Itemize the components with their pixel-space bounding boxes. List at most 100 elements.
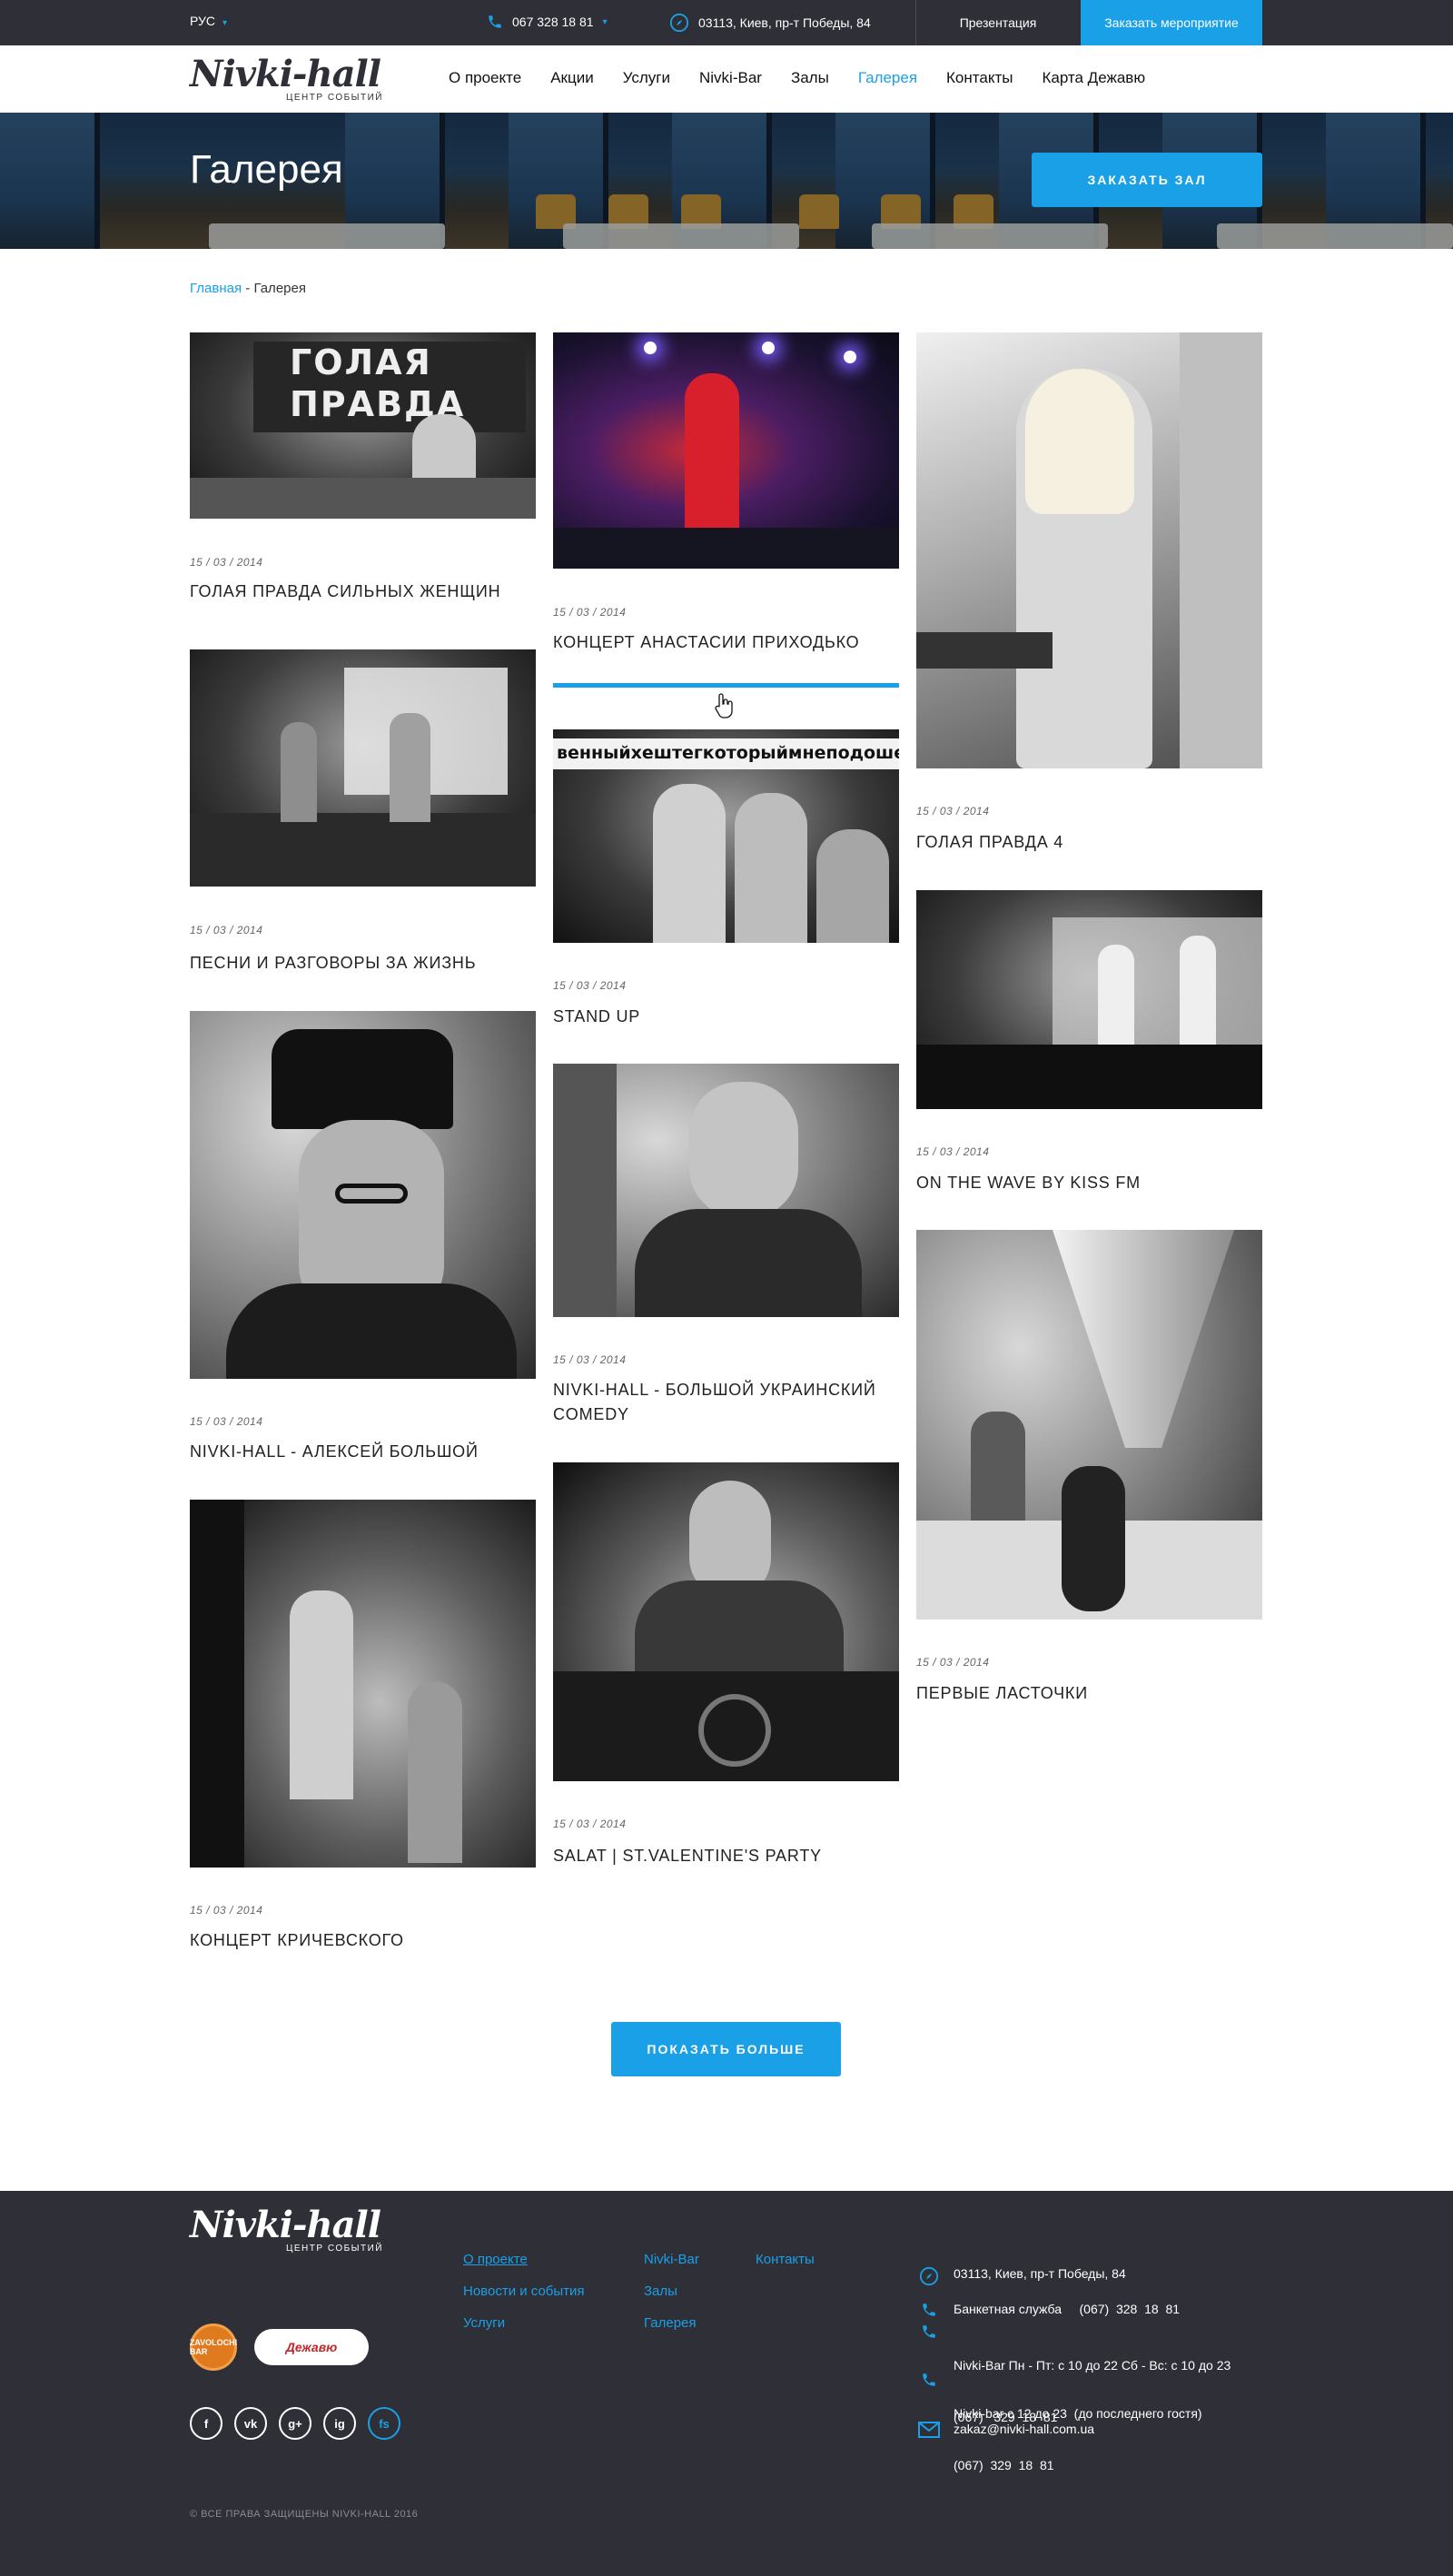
image-person xyxy=(408,1681,462,1863)
hover-underline xyxy=(553,683,899,688)
image-projection xyxy=(1053,917,1262,1045)
gallery-image-golaya-pravda-4[interactable] xyxy=(916,332,1262,768)
logo-tagline: ЦЕНТР СОБЫТИЙ xyxy=(285,93,383,103)
gallery-title[interactable]: ПЕРВЫЕ ЛАСТОЧКИ xyxy=(916,1681,1261,1706)
menu-item-nivki-bar[interactable]: Nivki-Bar xyxy=(699,69,762,87)
footer-bar2-hours: Nivki-bar с 12 до 23 (до последнего гост… xyxy=(917,2371,1202,2509)
menu-item-contacts[interactable]: Контакты xyxy=(946,69,1013,87)
presentation-link[interactable]: Презентация xyxy=(915,0,1081,45)
image-flowers xyxy=(1062,1466,1125,1611)
image-turntable xyxy=(698,1694,771,1767)
footer-address: 03113, Киев, пр-т Победы, 84 xyxy=(917,2265,1126,2286)
page-title: Галерея xyxy=(190,147,343,192)
gallery-date: 15 / 03 / 2014 xyxy=(190,924,263,936)
gallery-image-kiss-fm[interactable] xyxy=(916,890,1262,1109)
book-hall-button[interactable]: ЗАКАЗАТЬ ЗАЛ xyxy=(1032,153,1262,207)
gallery-title[interactable]: ГОЛАЯ ПРАВДА СИЛЬНЫХ ЖЕНЩИН xyxy=(190,580,535,604)
image-wall xyxy=(1180,332,1262,768)
menu-item-about[interactable]: О проекте xyxy=(449,69,521,87)
image-person xyxy=(653,784,726,943)
gallery-title[interactable]: КОНЦЕРТ КРИЧЕВСКОГО xyxy=(190,1928,535,1953)
menu-item-promotions[interactable]: Акции xyxy=(550,69,594,87)
logo[interactable]: Nivki-hall ЦЕНТР СОБЫТИЙ xyxy=(190,54,385,105)
gallery-date: 15 / 03 / 2014 xyxy=(553,606,627,619)
gallery-title[interactable]: ПЕСНИ И РАЗГОВОРЫ ЗА ЖИЗНЬ xyxy=(190,951,535,976)
image-face xyxy=(689,1082,798,1218)
image-banner-text: венныйхештегкоторыймнеподоше xyxy=(557,743,899,763)
partner-logo-dejavu[interactable]: Дежавю xyxy=(254,2329,369,2365)
chevron-down-icon: ▾ xyxy=(602,16,608,27)
google-plus-icon[interactable]: g+ xyxy=(279,2407,311,2440)
footer-logo-wordmark: Nivki-hall xyxy=(190,2204,381,2246)
gallery-date: 15 / 03 / 2014 xyxy=(190,556,263,569)
hand-cursor-icon xyxy=(715,693,733,718)
gallery-title[interactable]: STAND UP xyxy=(553,1005,898,1029)
top-address-text: 03113, Киев, пр-т Победы, 84 xyxy=(698,15,871,30)
image-hair xyxy=(1025,369,1134,514)
footer: Nivki-hall ЦЕНТР СОБЫТИЙ ZAVOLOCHI BAR Д… xyxy=(0,2191,1453,2576)
menu-item-services[interactable]: Услуги xyxy=(623,69,670,87)
order-event-button[interactable]: Заказать мероприятие xyxy=(1081,0,1262,45)
image-crowd xyxy=(916,1045,1262,1109)
gallery-title[interactable]: КОНЦЕРТ АНАСТАСИИ ПРИХОДЬКО xyxy=(553,630,898,655)
gallery-image-salat[interactable] xyxy=(553,1462,899,1781)
gallery-image-comedy[interactable] xyxy=(553,1064,899,1317)
image-shadow xyxy=(190,1500,244,1868)
footer-link-nivki-bar[interactable]: Nivki-Bar xyxy=(644,2244,699,2275)
image-person xyxy=(816,829,889,943)
gallery-date: 15 / 03 / 2014 xyxy=(553,1353,627,1366)
instagram-icon[interactable]: ig xyxy=(323,2407,356,2440)
image-light xyxy=(762,342,775,354)
gallery-image-standup[interactable]: венныйхештегкоторыймнеподоше xyxy=(553,729,899,943)
footer-link-about[interactable]: О проекте xyxy=(463,2244,585,2275)
top-phone[interactable]: 067 328 18 81 ▾ xyxy=(487,14,608,30)
footer-link-halls[interactable]: Залы xyxy=(644,2275,699,2307)
footer-link-gallery[interactable]: Галерея xyxy=(644,2307,699,2339)
footer-bar2-phone: (067) 329 18 81 xyxy=(954,2458,1054,2472)
gallery-image-first-swallows[interactable] xyxy=(916,1230,1262,1620)
footer-logo[interactable]: Nivki-hall ЦЕНТР СОБЫТИЙ xyxy=(190,2205,385,2256)
gallery-title[interactable]: NIVKI-HALL - БОЛЬШОЙ УКРАИНСКИЙ COMEDY xyxy=(553,1378,898,1427)
facebook-icon[interactable]: f xyxy=(190,2407,222,2440)
gallery-title[interactable]: ГОЛАЯ ПРАВДА 4 xyxy=(916,830,1261,855)
mail-icon xyxy=(918,2422,940,2438)
footer-email[interactable]: zakaz@nivki-hall.com.ua xyxy=(917,2421,1094,2438)
image-hat xyxy=(272,1029,453,1129)
social-links: f vk g+ ig fs xyxy=(190,2407,400,2440)
breadcrumb-home[interactable]: Главная xyxy=(190,281,242,296)
compass-icon xyxy=(919,2266,939,2286)
gallery-image-songs[interactable] xyxy=(190,649,536,887)
image-table xyxy=(916,632,1053,669)
gallery-image-prikhodko[interactable] xyxy=(553,332,899,569)
phone-icon xyxy=(923,2304,935,2316)
show-more-button[interactable]: ПОКАЗАТЬ БОЛЬШЕ xyxy=(611,2022,841,2076)
image-jacket xyxy=(635,1209,862,1317)
image-person xyxy=(553,1064,617,1317)
partner-logo-zavolochi[interactable]: ZAVOLOCHI BAR xyxy=(190,2323,237,2371)
phone-icon xyxy=(923,2373,935,2386)
image-dancer xyxy=(1098,945,1134,1045)
image-glasses xyxy=(335,1184,408,1204)
footer-link-services[interactable]: Услуги xyxy=(463,2307,585,2339)
language-selector[interactable]: РУС ▾ xyxy=(190,14,227,28)
top-phone-number: 067 328 18 81 xyxy=(512,15,594,29)
footer-link-news[interactable]: Новости и события xyxy=(463,2275,585,2307)
gallery-date: 15 / 03 / 2014 xyxy=(916,805,990,817)
footer-banquet: Банкетная служба (067) 328 18 81 xyxy=(917,2301,1180,2318)
footer-banquet-text: Банкетная служба (067) 328 18 81 xyxy=(954,2302,1181,2316)
menu-item-halls[interactable]: Залы xyxy=(791,69,829,87)
gallery-image-krichevsky[interactable] xyxy=(190,1500,536,1868)
vk-icon[interactable]: vk xyxy=(234,2407,267,2440)
image-light xyxy=(844,351,856,363)
gallery-title[interactable]: ON THE WAVE BY KISS FM xyxy=(916,1171,1261,1195)
breadcrumb-separator: - xyxy=(242,281,254,296)
image-person xyxy=(281,722,317,822)
gallery-title[interactable]: NIVKI-HALL - АЛЕКСЕЙ БОЛЬШОЙ xyxy=(190,1440,535,1464)
gallery-title[interactable]: SALAT | ST.VALENTINE'S PARTY xyxy=(553,1844,898,1868)
foursquare-icon[interactable]: fs xyxy=(368,2407,400,2440)
menu-item-dejavu-card[interactable]: Карта Дежавю xyxy=(1042,69,1145,87)
menu-item-gallery[interactable]: Галерея xyxy=(858,69,917,87)
footer-link-contacts[interactable]: Контакты xyxy=(756,2244,815,2275)
gallery-image-golaya-pravda[interactable]: ГОЛАЯ ПРАВДА xyxy=(190,332,536,519)
gallery-image-aleksey[interactable] xyxy=(190,1011,536,1379)
